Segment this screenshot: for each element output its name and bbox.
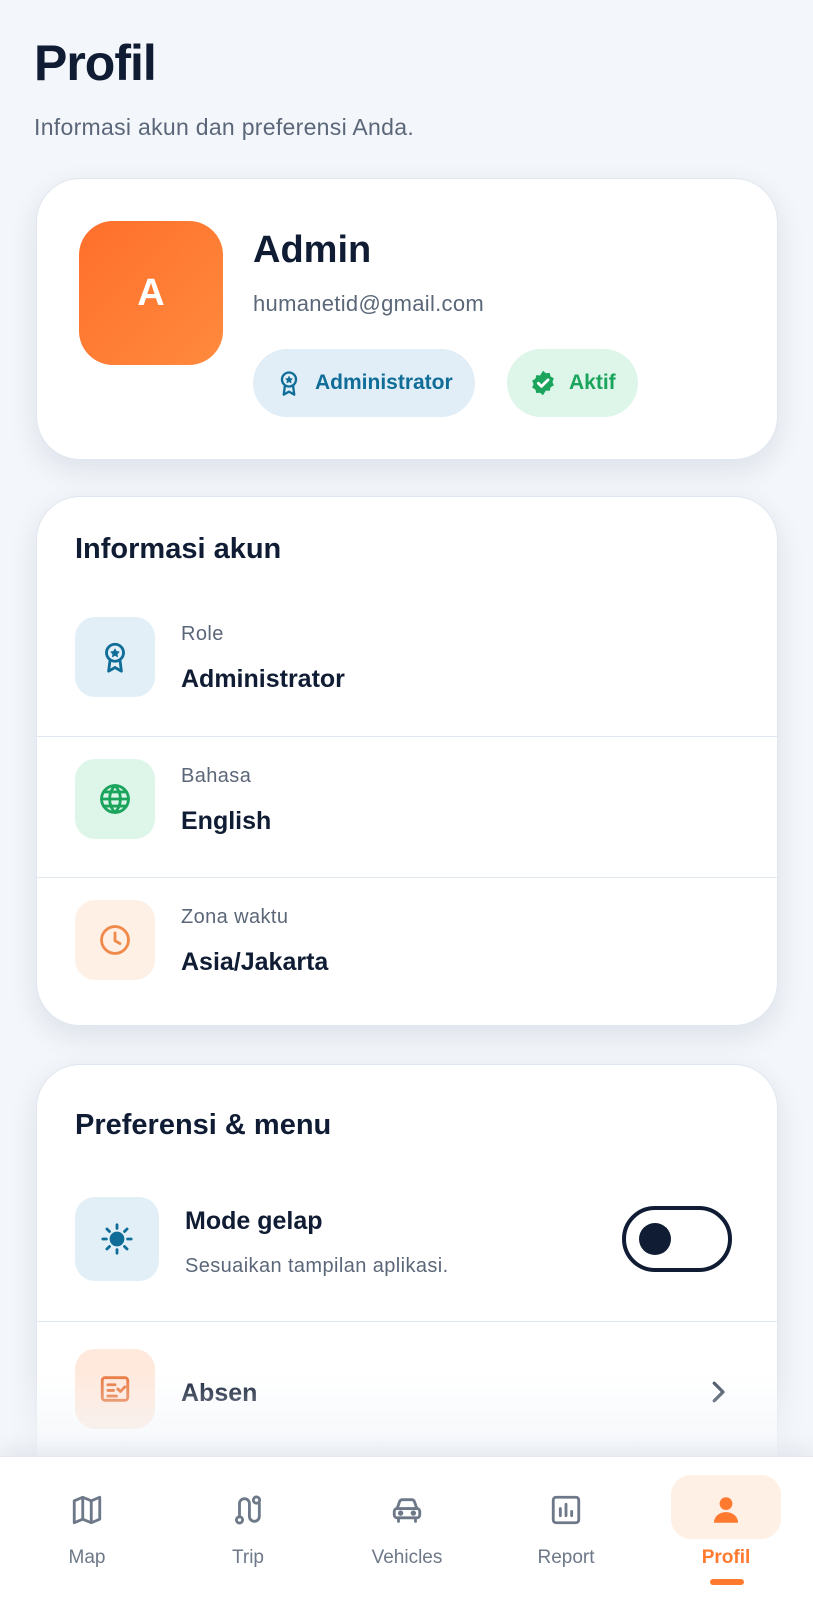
page-title: Profil [34,35,157,91]
info-value: Asia/Jakarta [181,948,329,976]
report-icon [551,1495,581,1525]
nav-label: Vehicles [371,1547,443,1568]
status-badge: Aktif [507,349,638,417]
dark-mode-title: Mode gelap [185,1207,323,1235]
role-badge-label: Administrator [315,371,453,394]
info-label: Zona waktu [181,906,289,928]
menu-item-label: Absen [181,1379,258,1407]
nav-label: Trip [231,1547,265,1568]
avatar: A [79,221,223,365]
nav-label: Profil [701,1547,751,1568]
info-label: Bahasa [181,765,252,787]
account-info-card: Informasi akun Role Administrator Bahasa… [36,496,778,1026]
verified-icon [532,370,554,396]
user-icon [713,1497,739,1523]
preferences-title: Preferensi & menu [75,1109,332,1141]
info-row-timezone: Zona waktu Asia/Jakarta [37,877,777,1018]
car-icon [392,1498,422,1523]
info-row-role: Role Administrator [37,595,777,736]
nav-item-vehicles[interactable]: Vehicles [326,1457,488,1600]
nav-item-report[interactable]: Report [485,1457,647,1600]
active-tab-underline [710,1579,744,1585]
checklist-icon [75,1349,155,1429]
toggle-knob [639,1223,671,1255]
nav-label: Report [537,1547,595,1568]
dark-mode-description: Sesuaikan tampilan aplikasi. [185,1255,449,1277]
divider [37,1321,777,1322]
profile-name: Admin [253,229,372,271]
role-badge: Administrator [253,349,475,417]
avatar-initial: A [137,271,165,314]
dark-mode-toggle[interactable] [622,1206,732,1272]
profile-card: A Admin humanetid@gmail.com Administrato… [36,178,778,460]
info-row-language: Bahasa English [37,736,777,877]
status-badge-label: Aktif [569,371,616,394]
nav-item-trip[interactable]: Trip [167,1457,329,1600]
info-label: Role [181,623,224,645]
trip-icon [234,1495,262,1525]
menu-item-absen[interactable]: Absen [37,1323,777,1463]
account-info-title: Informasi akun [75,533,282,565]
sun-icon [75,1197,159,1281]
info-value: English [181,807,272,835]
profile-email: humanetid@gmail.com [253,291,485,316]
globe-icon [75,759,155,839]
nav-item-map[interactable]: Map [6,1457,168,1600]
info-value: Administrator [181,665,345,693]
award-icon [75,617,155,697]
map-icon [72,1495,102,1525]
page-subtitle: Informasi akun dan preferensi Anda. [34,114,415,140]
nav-label: Map [68,1547,106,1568]
award-icon [280,371,298,396]
chevron-right-icon [712,1381,725,1403]
clock-icon [75,900,155,980]
bottom-nav: Map Trip Vehicles Report Profil [0,1456,813,1600]
